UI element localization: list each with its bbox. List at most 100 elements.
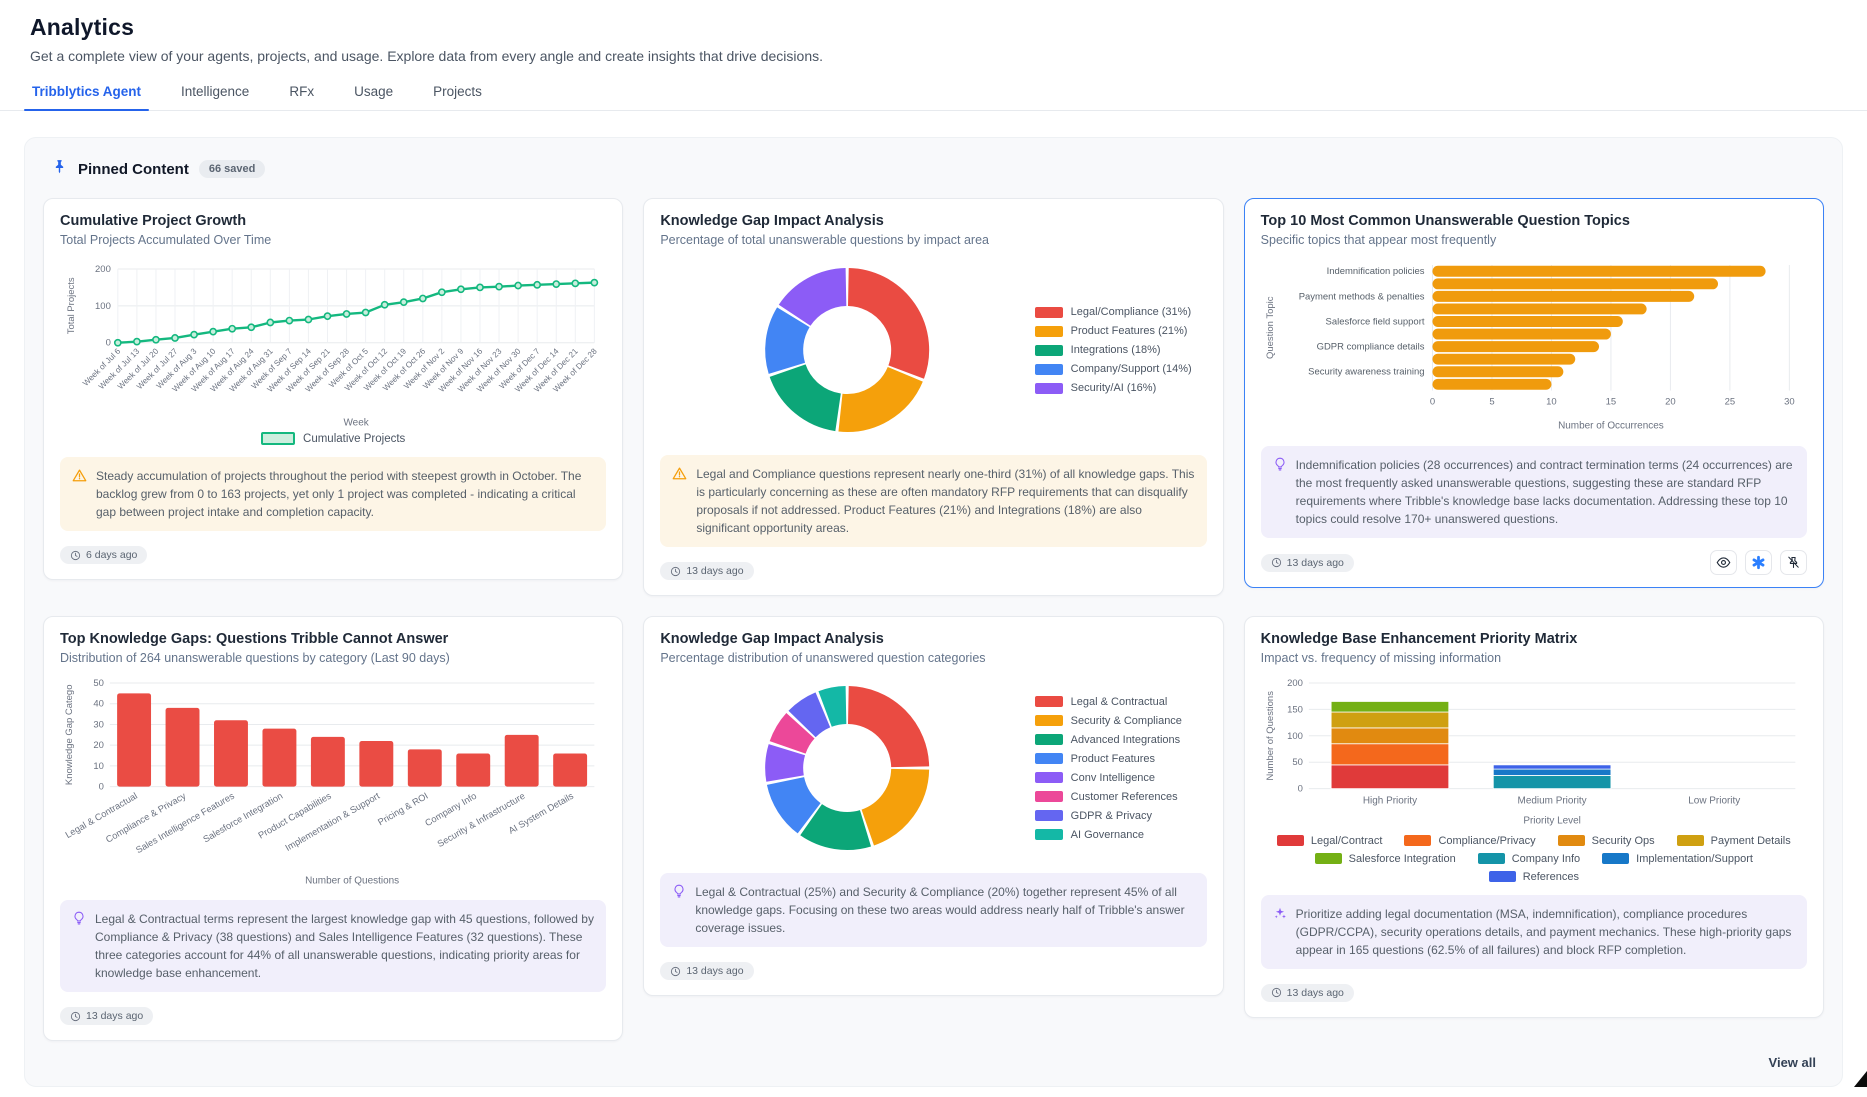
svg-text:Number of Questions: Number of Questions [1265, 691, 1276, 781]
legend-item: Advanced Integrations [1035, 734, 1205, 746]
svg-text:0: 0 [1297, 784, 1302, 795]
view-button[interactable] [1710, 550, 1737, 575]
card-actions [1710, 550, 1807, 575]
timestamp-badge: 13 days ago [660, 962, 753, 980]
insight-text: Legal & Contractual (25%) and Security &… [695, 883, 1194, 937]
svg-text:40: 40 [93, 699, 104, 710]
insight-box: Legal and Compliance questions represent… [660, 455, 1206, 547]
svg-text:20: 20 [1665, 397, 1676, 408]
legend-item: Legal/Compliance (31%) [1035, 306, 1205, 318]
donut-chart: Legal & Contractual Security & Compliance… [660, 675, 1206, 861]
card-title: Top Knowledge Gaps: Questions Tribble Ca… [60, 631, 606, 647]
insight-text: Legal & Contractual terms represent the … [95, 910, 594, 982]
donut-chart: Legal/Compliance (31%) Product Features (… [660, 257, 1206, 443]
card-subtitle: Specific topics that appear most frequen… [1261, 233, 1807, 247]
pin-icon [51, 158, 68, 180]
svg-text:10: 10 [93, 761, 104, 772]
legend-item: Security & Compliance [1035, 715, 1205, 727]
page-header: Analytics Get a complete view of your ag… [0, 0, 1867, 64]
timestamp-badge: 13 days ago [1261, 984, 1354, 1002]
svg-text:25: 25 [1724, 397, 1735, 408]
pinned-cards-grid: Cumulative Project Growth Total Projects… [43, 198, 1824, 1041]
tab-usage[interactable]: Usage [352, 84, 395, 110]
insight-box: Legal & Contractual (25%) and Security &… [660, 873, 1206, 947]
pinned-header: Pinned Content 66 saved [51, 158, 1824, 180]
svg-text:Compliance & Privacy: Compliance & Privacy [104, 791, 188, 845]
tab-intelligence[interactable]: Intelligence [179, 84, 251, 110]
lightbulb-icon [72, 910, 86, 982]
lightbulb-icon [1273, 456, 1287, 528]
view-all-link[interactable]: View all [1769, 1055, 1816, 1070]
unpin-button[interactable] [1780, 550, 1807, 575]
insight-box: Indemnification policies (28 occurrences… [1261, 446, 1807, 538]
timestamp-badge: 6 days ago [60, 546, 147, 564]
legend-item: Product Features (21%) [1035, 325, 1205, 337]
card-top10-unanswerable-topics[interactable]: Top 10 Most Common Unanswerable Question… [1244, 198, 1824, 588]
pinned-count-badge: 66 saved [199, 160, 265, 178]
clock-icon [1271, 557, 1282, 568]
legend-item: References [1489, 871, 1579, 883]
svg-text:Week: Week [343, 417, 368, 428]
mouse-cursor [1854, 1071, 1867, 1087]
tab-projects[interactable]: Projects [431, 84, 484, 110]
insight-text: Indemnification policies (28 occurrences… [1296, 456, 1795, 528]
svg-text:50: 50 [93, 678, 104, 689]
legend-item: Salesforce Integration [1315, 853, 1456, 865]
insight-box: Prioritize adding legal documentation (M… [1261, 895, 1807, 969]
warning-icon [72, 467, 87, 521]
timestamp-badge: 13 days ago [1261, 554, 1354, 572]
svg-text:Number of Questions: Number of Questions [305, 875, 399, 886]
svg-text:Implementation & Support: Implementation & Support [284, 790, 382, 852]
card-priority-matrix[interactable]: Knowledge Base Enhancement Priority Matr… [1244, 616, 1824, 1018]
svg-text:100: 100 [1287, 731, 1303, 742]
legend-item: Security/AI (16%) [1035, 382, 1205, 394]
svg-text:5: 5 [1489, 397, 1494, 408]
timestamp-badge: 13 days ago [60, 1007, 153, 1025]
card-cumulative-project-growth[interactable]: Cumulative Project Growth Total Projects… [43, 198, 623, 580]
svg-text:Number of Occurrences: Number of Occurrences [1558, 420, 1664, 431]
card-knowledge-gap-impact-2[interactable]: Knowledge Gap Impact Analysis Percentage… [643, 616, 1223, 996]
legend-item: AI Governance [1035, 829, 1205, 841]
tab-rfx[interactable]: RFx [287, 84, 316, 110]
legend-item: Customer References [1035, 791, 1205, 803]
svg-text:50: 50 [1292, 757, 1303, 768]
legend-item: Company Info [1478, 853, 1580, 865]
insight-box: Legal & Contractual terms represent the … [60, 900, 606, 992]
svg-text:Payment methods & penalties: Payment methods & penalties [1298, 291, 1424, 302]
svg-text:Security awareness training: Security awareness training [1308, 367, 1424, 378]
legend-item: Legal & Contractual [1035, 696, 1205, 708]
legend-item: GDPR & Privacy [1035, 810, 1205, 822]
svg-text:10: 10 [1546, 397, 1557, 408]
svg-text:Pricing & ROI: Pricing & ROI [376, 791, 430, 828]
legend-item: Company/Support (14%) [1035, 363, 1205, 375]
svg-text:30: 30 [1784, 397, 1795, 408]
legend-item: Conv Intelligence [1035, 772, 1205, 784]
insight-text: Prioritize adding legal documentation (M… [1296, 905, 1795, 959]
page-title: Analytics [30, 14, 1837, 41]
bar-chart: 01020304050Legal & ContractualCompliance… [60, 675, 606, 888]
card-subtitle: Distribution of 264 unanswerable questio… [60, 651, 606, 665]
card-subtitle: Impact vs. frequency of missing informat… [1261, 651, 1807, 665]
svg-text:200: 200 [95, 264, 111, 275]
svg-text:100: 100 [95, 301, 111, 312]
ai-analyze-button[interactable] [1745, 550, 1772, 575]
svg-text:Salesforce field support: Salesforce field support [1325, 316, 1424, 327]
svg-text:20: 20 [93, 740, 104, 751]
unpin-icon [1786, 555, 1801, 570]
lightbulb-icon [672, 883, 686, 937]
svg-text:Question Topic: Question Topic [1265, 296, 1276, 359]
card-knowledge-gap-impact-1[interactable]: Knowledge Gap Impact Analysis Percentage… [643, 198, 1223, 596]
svg-text:High Priority: High Priority [1363, 796, 1417, 807]
card-subtitle: Percentage distribution of unanswered qu… [660, 651, 1206, 665]
svg-text:0: 0 [99, 782, 104, 793]
tab-tribblytics-agent[interactable]: Tribblytics Agent [30, 84, 143, 110]
chart-legend: Legal/ContractCompliance/PrivacySecurity… [1261, 835, 1807, 883]
legend-item: Integrations (18%) [1035, 344, 1205, 356]
sparkles-icon [1273, 905, 1287, 959]
line-chart: 0100200Week of Jul 6Week of Jul 13Week o… [60, 257, 606, 445]
svg-text:Medium Priority: Medium Priority [1517, 796, 1586, 807]
card-title: Top 10 Most Common Unanswerable Question… [1261, 213, 1807, 229]
clock-icon [670, 966, 681, 977]
card-top-knowledge-gaps[interactable]: Top Knowledge Gaps: Questions Tribble Ca… [43, 616, 623, 1041]
pinned-content-section: Pinned Content 66 saved Cumulative Proje… [24, 137, 1843, 1087]
